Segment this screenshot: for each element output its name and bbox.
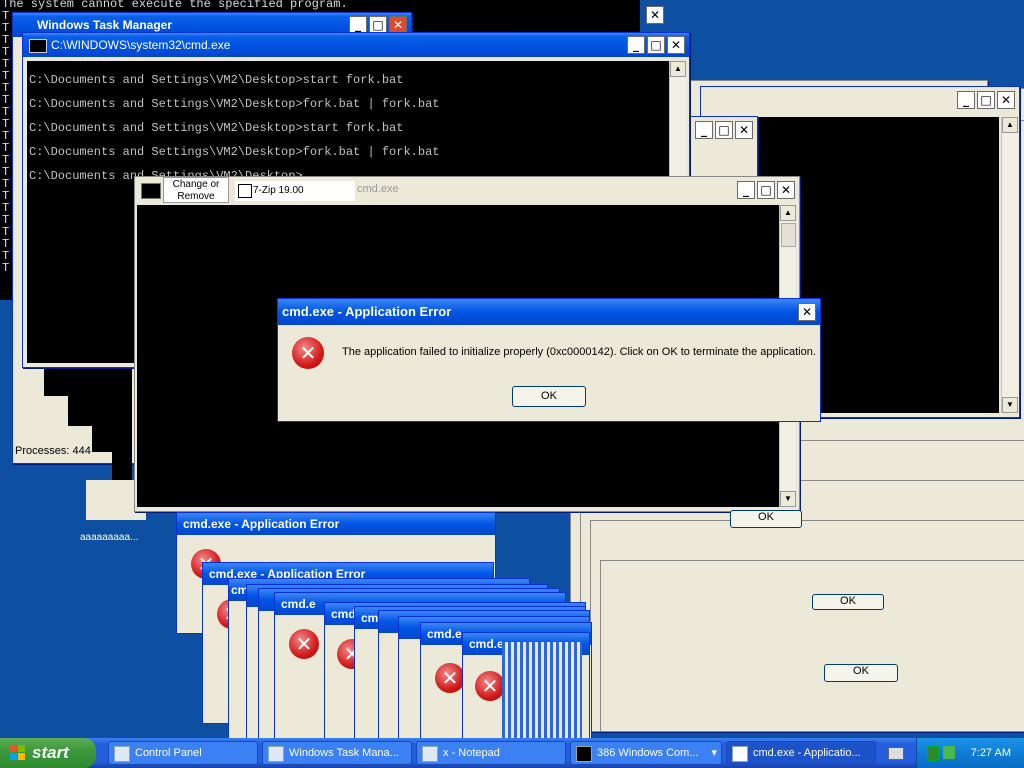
- error-icon: ✕: [435, 663, 465, 693]
- cmd-icon: [576, 746, 592, 762]
- taskbar-item-task-manager[interactable]: Windows Task Mana...: [262, 741, 412, 765]
- taskbar-item-app-error[interactable]: cmd.exe - Applicatio...: [726, 741, 876, 765]
- error-icon: ✕: [289, 629, 319, 659]
- minimize-button[interactable]: _: [737, 181, 755, 199]
- error-dialog-title: cmd.exe - Application Error: [177, 513, 495, 535]
- zip-label: 7-Zip 19.00: [235, 181, 355, 201]
- clock[interactable]: 7:27 AM: [971, 738, 1011, 768]
- task-manager-icon: [268, 746, 284, 762]
- error-icon: ✕: [292, 337, 324, 369]
- minimize-button[interactable]: _: [957, 91, 975, 109]
- error-message: The application failed to initialize pro…: [342, 346, 816, 358]
- ok-button[interactable]: OK: [512, 386, 586, 407]
- taskbar: start Control Panel Windows Task Mana...…: [0, 738, 1024, 768]
- console-line: C:\Documents and Settings\VM2\Desktop>st…: [29, 73, 404, 87]
- maximize-button[interactable]: □: [647, 36, 665, 54]
- close-button[interactable]: ✕: [735, 121, 753, 139]
- scroll-down-arrow[interactable]: ▼: [780, 491, 796, 507]
- minimize-button[interactable]: _: [695, 121, 713, 139]
- ok-button[interactable]: OK: [730, 510, 802, 528]
- small-console-4: [112, 450, 132, 480]
- maximize-button[interactable]: □: [977, 91, 995, 109]
- ok-button[interactable]: OK: [824, 664, 898, 682]
- close-button[interactable]: ✕: [777, 181, 795, 199]
- network-icon[interactable]: [927, 746, 939, 761]
- scroll-up-arrow[interactable]: ▲: [670, 61, 686, 77]
- window-icon: [732, 746, 748, 762]
- console-prefix-column: TTTTTTTT TTTTTTTT TTTTTT: [2, 9, 10, 275]
- taskbar-item-control-panel[interactable]: Control Panel: [108, 741, 258, 765]
- keyboard-icon[interactable]: [888, 747, 904, 760]
- notepad-text: aaaaaaaaa...: [80, 532, 139, 543]
- cmd-front-title: cmd.exe: [357, 183, 399, 195]
- close-button[interactable]: ✕: [667, 36, 685, 54]
- vertical-scrollbar[interactable]: ▲ ▼: [1001, 117, 1018, 413]
- taskbar-item-command-group[interactable]: 386 Windows Com... ▾: [570, 741, 722, 765]
- taskbar-item-notepad[interactable]: x - Notepad: [416, 741, 566, 765]
- windows-flag-icon: [10, 745, 26, 761]
- control-panel-icon: [114, 746, 130, 762]
- error-dialog-main: cmd.exe - Application Error ✕ ✕ The appl…: [277, 298, 821, 422]
- error-icon: ✕: [475, 671, 505, 701]
- error-dialog-stack-strips: [502, 642, 582, 738]
- system-tray: 7:27 AM: [916, 738, 1024, 768]
- scroll-up-arrow[interactable]: ▲: [780, 205, 796, 221]
- scroll-up-arrow[interactable]: ▲: [1002, 117, 1018, 133]
- chevron-down-icon: ▾: [711, 747, 717, 759]
- close-button[interactable]: ✕: [997, 91, 1015, 109]
- cmd-main-title: C:\WINDOWS\system32\cmd.exe: [51, 38, 231, 52]
- error-dialog-main-titlebar: cmd.exe - Application Error ✕: [278, 299, 820, 325]
- console-line: C:\Documents and Settings\VM2\Desktop>fo…: [29, 145, 440, 159]
- volume-icon[interactable]: [943, 746, 955, 759]
- scroll-thumb[interactable]: [781, 223, 796, 247]
- cmd-icon: [141, 183, 161, 199]
- maximize-button[interactable]: □: [757, 181, 775, 199]
- cmd-icon: [29, 39, 47, 53]
- scroll-down-arrow[interactable]: ▼: [1002, 397, 1018, 413]
- processes-count: Processes: 444: [15, 445, 91, 457]
- notepad-icon: [422, 746, 438, 762]
- cmd-front-titlebar: Change or Remove 7-Zip 19.00 cmd.exe _ □…: [135, 177, 799, 205]
- start-label: start: [32, 743, 69, 762]
- console-line: C:\Documents and Settings\VM2\Desktop>fo…: [29, 97, 440, 111]
- start-button[interactable]: start: [0, 738, 96, 768]
- bg-console-close-button[interactable]: ✕: [646, 6, 664, 24]
- close-button[interactable]: ✕: [798, 303, 816, 321]
- console-error-line: The system cannot execute the specified …: [2, 0, 348, 11]
- minimize-button[interactable]: _: [627, 36, 645, 54]
- change-remove-button[interactable]: Change or Remove: [163, 177, 229, 203]
- ok-button[interactable]: OK: [812, 594, 884, 610]
- error-dialog-main-title: cmd.exe - Application Error: [282, 304, 452, 319]
- zip-icon: [238, 184, 252, 198]
- console-line: C:\Documents and Settings\VM2\Desktop>st…: [29, 121, 404, 135]
- small-console-3: [92, 366, 132, 452]
- maximize-button[interactable]: □: [715, 121, 733, 139]
